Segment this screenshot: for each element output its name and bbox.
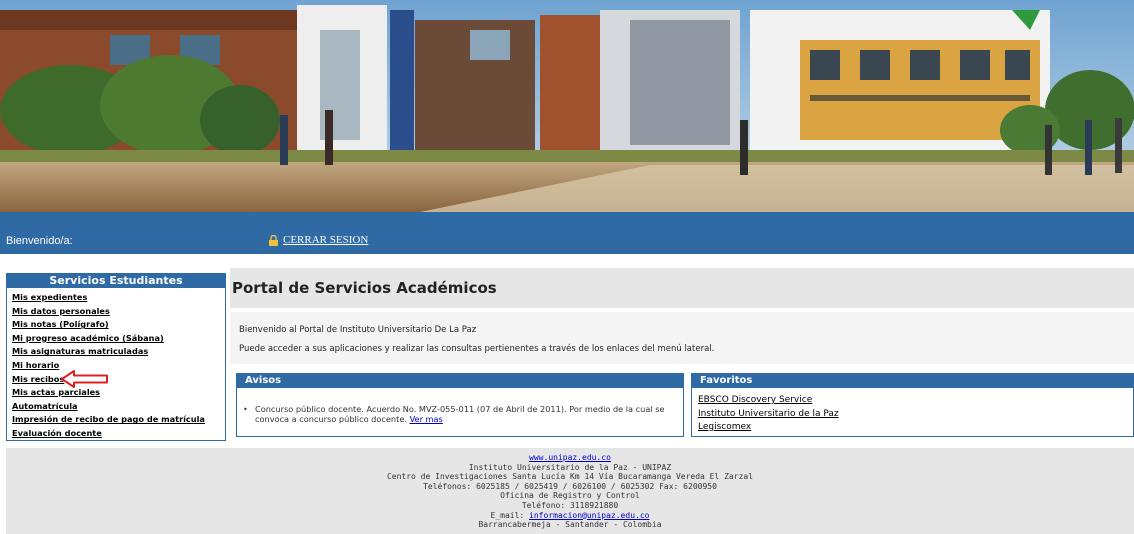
sidebar-title: Servicios Estudiantes <box>7 274 225 288</box>
favorites-panel: Favoritos EBSCO Discovery Service Instit… <box>691 373 1134 437</box>
footer-location: Barrancabermeja - Santander - Colombia <box>478 520 662 530</box>
favorite-link[interactable]: EBSCO Discovery Service <box>698 395 812 405</box>
favorites-list: EBSCO Discovery Service Instituto Univer… <box>692 388 1133 435</box>
notices-panel: Avisos • Concurso público docente. Acuer… <box>236 373 684 437</box>
page-title: Portal de Servicios Académicos <box>232 279 497 297</box>
footer-email-link[interactable]: informacion@unipaz.edu.co <box>529 511 649 520</box>
sidebar-item-label[interactable]: Mi horario <box>12 360 59 370</box>
notice-text: Concurso público docente. Acuerdo No. MV… <box>255 404 665 424</box>
footer-office-phone: Teléfono: 3118921880 <box>521 500 619 510</box>
welcome-label: Bienvenido/a: <box>6 235 73 247</box>
sidebar-item-evaluacion-docente[interactable]: Evaluación docente <box>12 427 225 441</box>
sidebar-item-mi-horario[interactable]: Mi horario <box>12 359 225 373</box>
favorite-item-unipaz[interactable]: Instituto Universitario de la Paz <box>698 408 1133 422</box>
notice-read-more-link[interactable]: Ver mas <box>410 414 443 424</box>
lock-icon <box>269 234 278 246</box>
student-services-menu: Servicios Estudiantes Mis expedientes Mi… <box>6 273 226 441</box>
footer: www.unipaz.edu.co Instituto Universitari… <box>6 448 1134 534</box>
sidebar-item-label[interactable]: Mis asignaturas matriculadas <box>12 346 148 356</box>
sidebar-item-mi-progreso-academico[interactable]: Mi progreso académico (Sábana) <box>12 332 225 346</box>
intro-text-instructions: Puede acceder a sus aplicaciones y reali… <box>239 344 715 354</box>
footer-institution: Instituto Universitario de la Paz - UNIP… <box>468 462 672 472</box>
logout-link[interactable]: CERRAR SESION <box>268 234 368 246</box>
sidebar-item-mis-actas-parciales[interactable]: Mis actas parciales <box>12 386 225 400</box>
notice-item: • Concurso público docente. Acuerdo No. … <box>243 404 675 424</box>
intro-text-welcome: Bienvenido al Portal de Instituto Univer… <box>239 325 477 335</box>
sidebar-item-label[interactable]: Mis datos personales <box>12 306 110 316</box>
footer-phones: Teléfonos: 6025185 / 6025419 / 6026100 /… <box>423 481 717 491</box>
sidebar-item-mis-asignaturas-matriculadas[interactable]: Mis asignaturas matriculadas <box>12 345 225 359</box>
sidebar-item-label[interactable]: Mis expedientes <box>12 292 87 302</box>
notices-title: Avisos <box>237 374 683 388</box>
sidebar-item-label[interactable]: Automatrícula <box>12 401 78 411</box>
header-banner-image <box>0 0 1134 212</box>
sidebar-item-mis-datos-personales[interactable]: Mis datos personales <box>12 305 225 319</box>
footer-office: Oficina de Registro y Control <box>500 491 640 501</box>
favorite-item-ebsco[interactable]: EBSCO Discovery Service <box>698 394 1133 408</box>
red-arrow-annotation <box>61 370 108 388</box>
logout-label[interactable]: CERRAR SESION <box>283 234 368 246</box>
favorites-title: Favoritos <box>692 374 1133 388</box>
footer-address: Centro de Investigaciones Santa Lucía Km… <box>386 472 754 482</box>
favorite-link[interactable]: Legiscomex <box>698 422 751 432</box>
bullet-icon: • <box>243 404 248 414</box>
sidebar-item-label[interactable]: Mi progreso académico (Sábana) <box>12 333 164 343</box>
intro-box: Bienvenido al Portal de Instituto Univer… <box>230 312 1134 364</box>
favorite-link[interactable]: Instituto Universitario de la Paz <box>698 409 839 419</box>
footer-website-link[interactable]: www.unipaz.edu.co <box>529 453 611 462</box>
footer-email-label: E_mail: <box>490 510 530 520</box>
sidebar-item-mis-expedientes[interactable]: Mis expedientes <box>12 291 225 305</box>
sidebar-list: Mis expedientes Mis datos personales Mis… <box>7 288 225 441</box>
sidebar-item-impresion-recibo[interactable]: Impresión de recibo de pago de matrícula <box>12 413 225 427</box>
sidebar-item-label[interactable]: Impresión de recibo de pago de matrícula <box>12 414 205 424</box>
sidebar-item-automatricula[interactable]: Automatrícula <box>12 400 225 414</box>
session-bar: Bienvenido/a: CERRAR SESION <box>0 212 1134 254</box>
sidebar-item-mis-recibos[interactable]: Mis recibos <box>12 373 225 387</box>
sidebar-item-label[interactable]: Evaluación docente <box>12 428 102 438</box>
sidebar-item-label[interactable]: Mis recibos <box>12 374 64 384</box>
sidebar-item-mis-notas[interactable]: Mis notas (Polígrafo) <box>12 318 225 332</box>
page-title-box: Portal de Servicios Académicos <box>230 268 1134 308</box>
sidebar-item-label[interactable]: Mis notas (Polígrafo) <box>12 319 109 329</box>
favorite-item-legiscomex[interactable]: Legiscomex <box>698 421 1133 435</box>
